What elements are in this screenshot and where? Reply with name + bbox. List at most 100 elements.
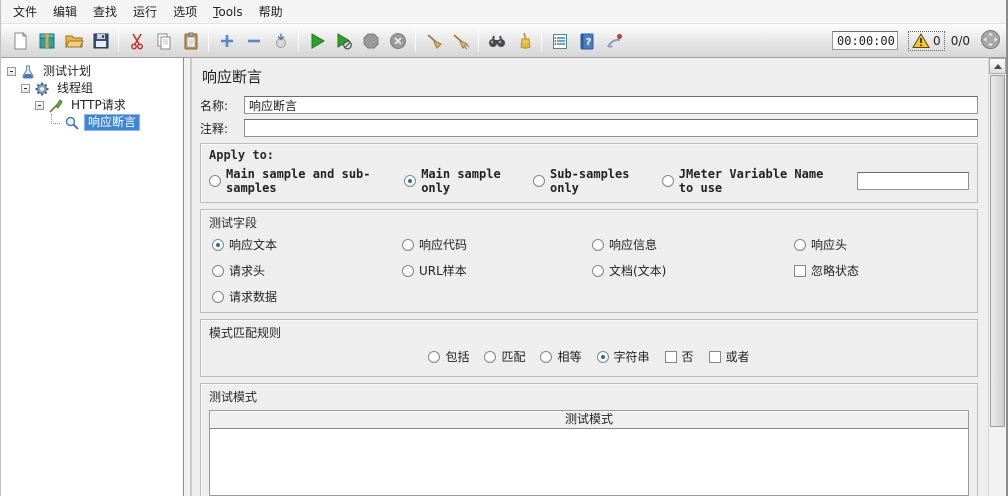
option-label: 请求头 <box>229 264 266 278</box>
clear-button[interactable] <box>420 27 447 54</box>
checkbox-icon[interactable] <box>664 350 677 363</box>
radio-icon[interactable] <box>402 238 414 251</box>
clear-all-button[interactable] <box>447 27 474 54</box>
apply-option-main-only[interactable]: Main sample only <box>404 167 515 195</box>
radio-icon[interactable] <box>794 238 806 251</box>
patterns-table[interactable]: 测试模式 <box>209 410 969 496</box>
radio-icon[interactable] <box>592 264 604 277</box>
panel-splitter[interactable] <box>184 58 191 496</box>
test-field-options: 响应文本 响应代码 响应信息 响应头 请求头 URL样本 文档(文本) 忽略状态… <box>209 236 969 305</box>
tree-node-label-selected[interactable]: 响应断言 <box>84 114 141 131</box>
checkbox-icon[interactable] <box>794 264 806 277</box>
apply-option-jmeter-variable[interactable]: JMeter Variable Name to use <box>661 167 839 195</box>
rule-option-not[interactable]: 否 <box>664 348 694 365</box>
tree-node-label[interactable]: HTTP请求 <box>68 98 129 113</box>
menu-item-edit[interactable]: 编辑 <box>45 0 85 23</box>
radio-icon[interactable] <box>402 264 414 277</box>
patterns-table-header[interactable]: 测试模式 <box>210 411 968 429</box>
start-button[interactable] <box>303 27 330 54</box>
scroll-up-button[interactable] <box>989 58 1006 74</box>
tree-node-response-assertion[interactable]: 响应断言 <box>5 113 181 131</box>
tree-node-label[interactable]: 测试计划 <box>40 64 94 79</box>
page-title: 响应断言 <box>202 68 263 86</box>
radio-icon-selected[interactable] <box>404 175 417 187</box>
menu-item-search[interactable]: 查找 <box>85 0 125 23</box>
search-button[interactable] <box>483 27 510 54</box>
option-label: 请求数据 <box>229 290 278 304</box>
paste-button[interactable] <box>177 27 204 54</box>
radio-icon[interactable] <box>484 350 497 363</box>
radio-icon[interactable] <box>428 350 441 363</box>
copy-button[interactable] <box>150 27 177 54</box>
function-helper-button[interactable] <box>546 27 573 54</box>
radio-icon[interactable] <box>212 290 224 303</box>
help-button[interactable]: ? <box>573 27 600 54</box>
option-label: 否 <box>681 350 694 364</box>
shutdown-button[interactable] <box>384 27 411 54</box>
field-option-ignore-status[interactable]: 忽略状态 <box>794 262 969 279</box>
field-option-response-message[interactable]: 响应信息 <box>592 236 794 253</box>
variable-name-input[interactable] <box>857 172 969 190</box>
log-errors-indicator[interactable]: 0 <box>908 30 945 51</box>
open-button[interactable] <box>60 27 87 54</box>
radio-icon[interactable] <box>209 175 221 187</box>
menu-item-run[interactable]: 运行 <box>125 0 165 23</box>
radio-icon[interactable] <box>592 238 604 251</box>
field-option-response-code[interactable]: 响应代码 <box>402 236 592 253</box>
rule-option-or[interactable]: 或者 <box>708 348 750 365</box>
menu-item-tools[interactable]: Tools <box>205 2 251 22</box>
reset-search-button[interactable] <box>510 27 537 54</box>
field-option-request-headers[interactable]: 请求头 <box>212 262 402 279</box>
misc-tool-button[interactable] <box>600 27 627 54</box>
templates-button[interactable] <box>33 27 60 54</box>
apply-option-sub-only[interactable]: Sub-samples only <box>533 167 644 195</box>
radio-icon[interactable] <box>540 350 553 363</box>
rule-option-contains[interactable]: 包括 <box>428 348 469 365</box>
start-no-timers-button[interactable] <box>330 27 357 54</box>
vertical-scrollbar[interactable] <box>988 58 1006 496</box>
field-option-document-text[interactable]: 文档(文本) <box>592 262 794 279</box>
tree-node-thread-group[interactable]: 线程组 <box>5 80 181 97</box>
collapse-expander-icon[interactable] <box>35 101 44 110</box>
tree-node-label[interactable]: 线程组 <box>54 81 96 96</box>
rule-option-equals[interactable]: 相等 <box>540 348 582 365</box>
radio-icon-selected[interactable] <box>596 350 609 363</box>
error-count: 0 <box>933 33 941 48</box>
help-book-icon: ? <box>580 33 593 49</box>
jmeter-window: 文件 编辑 查找 运行 选项 Tools 帮助 ? 00:00:00 0 0/0… <box>0 0 1008 496</box>
rule-option-substring[interactable]: 字符串 <box>596 348 650 365</box>
collapse-expander-icon[interactable] <box>7 67 16 76</box>
name-input[interactable] <box>244 96 978 114</box>
patterns-table-body[interactable] <box>210 429 968 495</box>
stop-button[interactable] <box>357 27 384 54</box>
radio-icon-selected[interactable] <box>212 238 224 251</box>
expand-all-button[interactable] <box>213 27 240 54</box>
radio-icon[interactable] <box>661 175 674 187</box>
field-option-response-headers[interactable]: 响应头 <box>794 236 969 253</box>
radio-icon[interactable] <box>212 264 224 277</box>
menu-item-options[interactable]: 选项 <box>165 0 205 23</box>
collapse-all-button[interactable] <box>240 27 267 54</box>
field-option-request-data[interactable]: 请求数据 <box>212 288 402 305</box>
field-option-url-sample[interactable]: URL样本 <box>402 262 592 279</box>
save-button[interactable] <box>87 27 114 54</box>
tree-node-http-request[interactable]: HTTP请求 <box>5 97 181 114</box>
toggle-button[interactable] <box>267 27 294 54</box>
toolbar-separator <box>541 29 542 52</box>
tree-node-test-plan[interactable]: 测试计划 <box>5 63 181 80</box>
menu-item-help[interactable]: 帮助 <box>251 0 291 23</box>
scrollbar-thumb[interactable] <box>990 75 1005 427</box>
new-file-button[interactable] <box>6 27 33 54</box>
collapse-expander-icon[interactable] <box>21 84 30 93</box>
rule-option-matches[interactable]: 匹配 <box>484 348 525 365</box>
cut-scissors-icon <box>130 33 143 49</box>
field-option-response-text[interactable]: 响应文本 <box>212 236 402 253</box>
radio-icon[interactable] <box>533 175 545 187</box>
cut-button[interactable] <box>123 27 150 54</box>
save-floppy-icon <box>93 33 108 48</box>
checkbox-icon[interactable] <box>708 350 721 363</box>
menu-item-file[interactable]: 文件 <box>5 0 45 23</box>
comment-input[interactable] <box>244 119 978 137</box>
option-label: JMeter Variable Name to use <box>678 167 824 195</box>
apply-option-main-and-sub[interactable]: Main sample and sub-samples <box>209 167 386 195</box>
